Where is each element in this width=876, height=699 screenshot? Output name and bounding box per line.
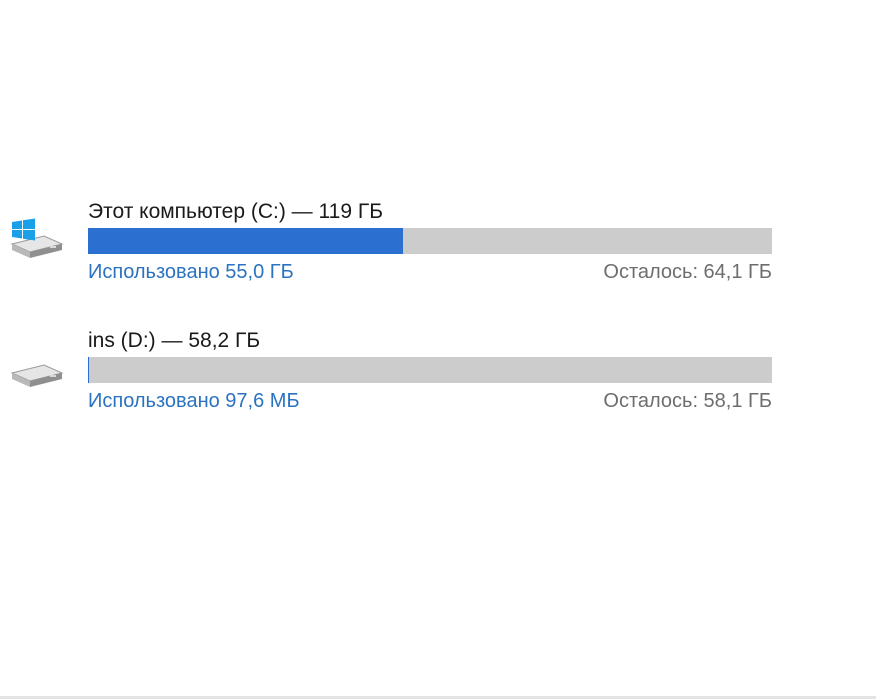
usage-bar-fill <box>88 357 89 383</box>
usage-bar <box>88 357 772 383</box>
usage-bar <box>88 228 772 254</box>
drive-list: Этот компьютер (C:) — 119 ГБ Использован… <box>0 0 876 699</box>
windows-drive-icon <box>8 214 64 258</box>
used-space-label: Использовано 97,6 МБ <box>88 390 300 412</box>
drive-title: Этот компьютер (C:) — 119 ГБ <box>88 200 383 223</box>
usage-bar-fill <box>88 228 403 254</box>
drive-icon <box>8 351 64 395</box>
drive-item-d[interactable]: ins (D:) — 58,2 ГБ Использовано 97,6 МБ … <box>0 325 876 435</box>
free-space-label: Осталось: 64,1 ГБ <box>603 261 772 283</box>
used-space-label: Использовано 55,0 ГБ <box>88 261 294 283</box>
free-space-label: Осталось: 58,1 ГБ <box>603 390 772 412</box>
drive-item-c[interactable]: Этот компьютер (C:) — 119 ГБ Использован… <box>0 196 876 306</box>
drive-title: ins (D:) — 58,2 ГБ <box>88 329 261 352</box>
